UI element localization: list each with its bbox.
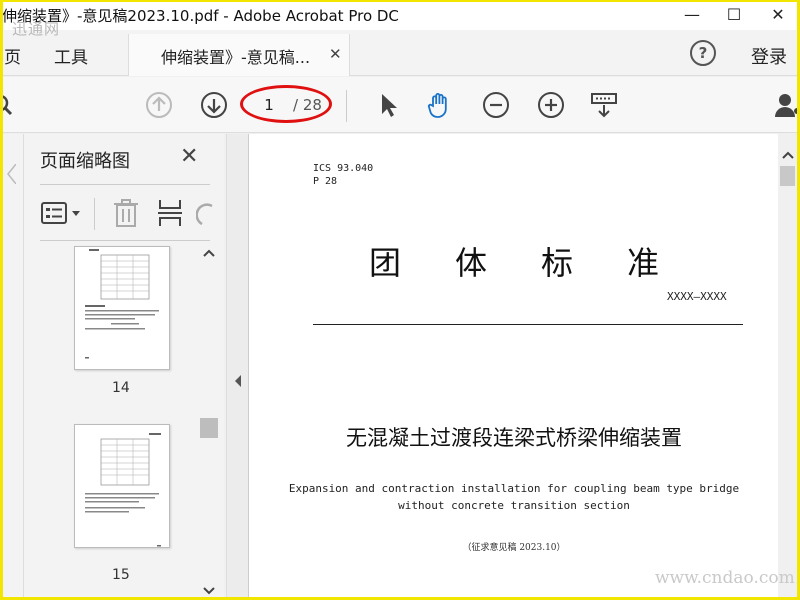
zoom-out-icon[interactable] bbox=[482, 91, 510, 119]
toolbar bbox=[0, 77, 800, 133]
highlight-ellipse bbox=[240, 85, 332, 123]
rotate-icon[interactable] bbox=[196, 200, 216, 228]
doc-standard-type: 团体标准 bbox=[368, 244, 713, 282]
page-display-icon[interactable] bbox=[590, 91, 618, 119]
navigation-strip bbox=[0, 134, 24, 600]
help-icon[interactable]: ? bbox=[690, 40, 716, 66]
doc-scroll-up-icon[interactable] bbox=[781, 150, 795, 160]
panel-pointer-icon bbox=[7, 164, 16, 184]
doc-ics-code: ICS 93.040 bbox=[313, 163, 374, 174]
doc-classification: ICS 93.040 P 28 bbox=[313, 162, 373, 188]
document-tab[interactable]: 伸缩装置》-意见稿... ✕ bbox=[128, 34, 350, 76]
minimize-button[interactable]: — bbox=[672, 0, 712, 28]
panel-tool-separator bbox=[94, 198, 95, 230]
doc-p-code: P 28 bbox=[313, 176, 338, 187]
menu-tools[interactable]: 工具 bbox=[54, 43, 88, 68]
doc-divider bbox=[313, 324, 743, 325]
insert-page-icon[interactable] bbox=[156, 198, 184, 228]
panel-title: 页面缩略图 bbox=[40, 151, 130, 172]
close-window-button[interactable]: ✕ bbox=[758, 0, 798, 28]
menu-home[interactable]: 页 bbox=[4, 43, 21, 68]
maximize-button[interactable]: ☐ bbox=[714, 0, 754, 28]
select-tool-icon[interactable] bbox=[374, 91, 402, 119]
menu-bar: 页 工具 伸缩装置》-意见稿... ✕ ? 登录 bbox=[0, 30, 800, 76]
doc-english-line-2: without concrete transition section bbox=[398, 499, 630, 512]
search-icon[interactable] bbox=[0, 91, 20, 119]
doc-english-line-1: Expansion and contraction installation f… bbox=[288, 482, 740, 495]
watermark-logo: 迅通网 bbox=[12, 20, 61, 38]
toolbar-separator bbox=[346, 90, 347, 122]
document-page[interactable]: ICS 93.040 P 28 团体标准 XXXX—XXXX 无混凝土过渡段连梁… bbox=[248, 134, 778, 600]
doc-standard-number: XXXX—XXXX bbox=[667, 290, 727, 303]
thumbnail-page-number: 14 bbox=[112, 380, 130, 396]
page-thumbnails-panel: 页面缩略图 ✕ 14 15 bbox=[24, 134, 224, 600]
close-panel-icon[interactable]: ✕ bbox=[180, 144, 198, 169]
next-page-icon[interactable] bbox=[200, 91, 228, 119]
share-user-icon[interactable] bbox=[774, 91, 800, 119]
thumbnail-scroll-thumb[interactable] bbox=[200, 418, 218, 438]
doc-english-title: Expansion and contraction installation f… bbox=[249, 480, 778, 514]
close-tab-icon[interactable]: ✕ bbox=[329, 45, 342, 63]
document-scrollbar[interactable] bbox=[778, 134, 797, 600]
thumbnail-scrollbar[interactable] bbox=[200, 244, 218, 600]
doc-scroll-thumb[interactable] bbox=[780, 166, 795, 186]
panel-toolbar bbox=[40, 192, 230, 236]
panel-collapse-handle[interactable] bbox=[226, 134, 248, 600]
doc-draft-note: （征求意见稿 2023.10） bbox=[462, 543, 566, 553]
hand-tool-icon[interactable] bbox=[426, 91, 454, 119]
panel-divider bbox=[40, 184, 210, 185]
thumbnail-options-icon[interactable] bbox=[40, 200, 84, 226]
collapse-arrow-icon[interactable] bbox=[233, 374, 243, 388]
panel-divider-2 bbox=[40, 240, 210, 241]
document-tab-label: 伸缩装置》-意见稿... bbox=[161, 48, 311, 67]
trash-icon[interactable] bbox=[112, 198, 140, 228]
thumbnail-page-number: 15 bbox=[112, 567, 130, 583]
doc-title: 无混凝土过渡段连梁式桥梁伸缩装置 bbox=[346, 426, 682, 450]
scroll-up-icon[interactable] bbox=[202, 248, 216, 258]
scroll-down-icon[interactable] bbox=[202, 586, 216, 596]
thumbnail-preview-14 bbox=[85, 249, 159, 359]
title-bar: 伸缩装置》-意见稿2023.10.pdf - Adobe Acrobat Pro… bbox=[0, 0, 800, 30]
page-thumbnail[interactable] bbox=[74, 246, 170, 370]
window-title: 伸缩装置》-意见稿2023.10.pdf - Adobe Acrobat Pro… bbox=[2, 7, 399, 25]
watermark-site: www.cndao.com bbox=[655, 568, 795, 588]
zoom-in-icon[interactable] bbox=[537, 91, 565, 119]
previous-page-icon[interactable] bbox=[145, 91, 173, 119]
thumbnail-preview-15 bbox=[85, 433, 161, 547]
page-thumbnail[interactable] bbox=[74, 424, 170, 548]
sign-in-button[interactable]: 登录 bbox=[751, 43, 787, 69]
